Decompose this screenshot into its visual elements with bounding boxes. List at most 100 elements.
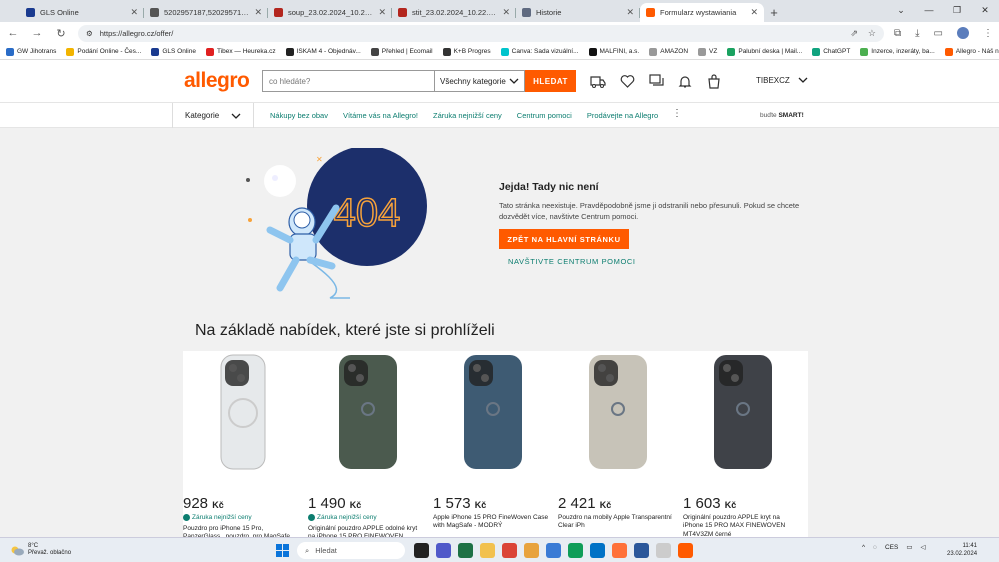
sidebar-icon[interactable]: ▭ xyxy=(934,28,943,39)
heart-icon[interactable] xyxy=(619,73,635,89)
new-tab-button[interactable]: + xyxy=(764,3,784,22)
close-tab-icon[interactable]: ✕ xyxy=(254,7,262,18)
close-tab-icon[interactable]: ✕ xyxy=(502,7,510,18)
app-icon[interactable] xyxy=(678,543,693,558)
product-title[interactable]: Apple iPhone 15 PRO FineWoven Case with … xyxy=(433,514,551,531)
network-icon[interactable]: ▭ xyxy=(906,543,912,551)
close-tab-icon[interactable]: ✕ xyxy=(378,7,386,18)
tab-search-icon[interactable]: ⌄ xyxy=(887,0,915,20)
product-image[interactable] xyxy=(184,351,309,476)
bookmark-item[interactable]: Allegro - Náš největ... xyxy=(944,47,999,56)
teams-icon[interactable] xyxy=(436,543,451,558)
close-window-button[interactable]: ✕ xyxy=(971,0,999,20)
task-view-icon[interactable] xyxy=(414,543,429,558)
bookmark-star-icon[interactable]: ☆ xyxy=(868,28,876,39)
chevron-up-icon[interactable]: ^ xyxy=(862,544,865,551)
product-image[interactable] xyxy=(559,351,684,476)
close-tab-icon[interactable]: ✕ xyxy=(130,7,138,18)
bookmark-item[interactable]: Tibex — Heureka.cz xyxy=(205,47,276,56)
bookmark-item[interactable]: Palubní deska | Mail... xyxy=(727,47,802,56)
category-link[interactable]: Vítáme vás na Allegro! xyxy=(343,111,418,120)
browser-tab[interactable]: stit_23.02.2024_10.22.17.pdf ✕ xyxy=(392,3,516,22)
bookmark-item[interactable]: ChatGPT xyxy=(812,47,850,56)
allegro-logo[interactable]: allegro xyxy=(184,69,250,93)
extensions-icon[interactable]: ⧉ xyxy=(894,28,901,39)
bell-icon[interactable] xyxy=(677,73,693,89)
category-link[interactable]: Nákupy bez obav xyxy=(270,111,328,120)
browser-tab[interactable]: Historie ✕ xyxy=(516,3,640,22)
mail-icon[interactable] xyxy=(590,543,605,558)
smart-banner[interactable]: buďte SMART! xyxy=(760,112,804,119)
product-title[interactable]: Originální pouzdro APPLE kryt na iPhone … xyxy=(683,514,801,537)
bookmark-item[interactable]: Podání Online - Čes... xyxy=(66,47,141,56)
category-select[interactable]: Všechny kategorie xyxy=(434,70,525,92)
more-links-icon[interactable]: ⋮ xyxy=(672,108,682,119)
word-icon[interactable] xyxy=(634,543,649,558)
close-tab-icon[interactable]: ✕ xyxy=(750,7,758,18)
app-icon[interactable] xyxy=(546,543,561,558)
bookmark-item[interactable]: Canva: Sada vizuální... xyxy=(500,47,579,56)
menu-icon[interactable]: ⋮ xyxy=(983,28,993,39)
browser-tab[interactable]: Formularz wystawiania ✕ xyxy=(640,3,764,22)
restore-button[interactable]: ❐ xyxy=(943,0,971,20)
bookmark-item[interactable]: AMAZON xyxy=(649,47,688,56)
product-image[interactable] xyxy=(309,351,434,476)
volume-icon[interactable]: ◁ xyxy=(920,543,925,551)
address-bar[interactable]: ⚙ https://allegro.cz/offer/ ⇗ ☆ xyxy=(78,24,884,42)
help-center-link[interactable]: NAVŠTIVTE CENTRUM POMOCI xyxy=(508,257,636,266)
browser-tab[interactable]: GLS Online ✕ xyxy=(20,3,144,22)
weather-widget[interactable]: 8°C Převaž. oblačno xyxy=(10,543,71,557)
category-link[interactable]: Záruka nejnižší ceny xyxy=(433,111,502,120)
app-icon[interactable] xyxy=(656,543,671,558)
bookmark-item[interactable]: Přehled | Ecomail xyxy=(370,47,433,56)
reload-icon[interactable]: ↻ xyxy=(54,27,68,40)
search-input[interactable]: co hledáte? xyxy=(262,70,434,92)
product-title[interactable]: Pouzdro pro iPhone 15 Pro, PanzerGlass ,… xyxy=(183,525,301,537)
taskbar-search[interactable]: ⌕ Hledat xyxy=(297,542,405,559)
back-home-button[interactable]: ZPĚT NA HLAVNÍ STRÁNKU xyxy=(499,229,629,249)
cart-icon[interactable] xyxy=(706,73,722,89)
bookmark-item[interactable]: Inzerce, inzeráty, ba... xyxy=(860,47,935,56)
profile-avatar[interactable] xyxy=(957,27,969,39)
download-icon[interactable]: ⤓ xyxy=(915,28,919,39)
bookmark-item[interactable]: GW Jihotrans xyxy=(6,47,56,56)
search-button[interactable]: HLEDAT xyxy=(525,70,576,92)
browser-tab[interactable]: 5202957187,5202957188,5202 ✕ xyxy=(144,3,268,22)
product-card[interactable]: 1 603 Kč Originální pouzdro APPLE kryt n… xyxy=(683,351,808,537)
back-icon[interactable]: ← xyxy=(6,27,20,39)
windows-start-icon[interactable] xyxy=(276,544,289,557)
user-menu[interactable]: TIBEXCZ xyxy=(756,76,808,85)
bookmark-item[interactable]: MALFINI, a.s. xyxy=(588,47,639,56)
category-link[interactable]: Prodávejte na Allegro xyxy=(587,111,658,120)
app-icon[interactable] xyxy=(524,543,539,558)
bookmark-item[interactable]: VZ xyxy=(698,47,717,56)
delivery-truck-icon[interactable] xyxy=(590,73,606,89)
clock[interactable]: 11:41 23.02.2024 xyxy=(947,542,977,559)
firefox-icon[interactable] xyxy=(612,543,627,558)
close-tab-icon[interactable]: ✕ xyxy=(626,7,634,18)
category-link[interactable]: Centrum pomoci xyxy=(517,111,572,120)
excel-icon[interactable] xyxy=(458,543,473,558)
open-in-app-icon[interactable]: ⇗ xyxy=(850,28,858,39)
categories-dropdown[interactable]: Kategorie xyxy=(172,103,254,128)
bookmark-item[interactable]: K+B Progres xyxy=(442,47,491,56)
file-explorer-icon[interactable] xyxy=(480,543,495,558)
product-image[interactable] xyxy=(434,351,559,476)
minimize-button[interactable]: — xyxy=(915,0,943,20)
product-card[interactable]: 928 Kč Záruka nejnižší ceny Pouzdro pro … xyxy=(183,351,308,537)
tray-app-icon[interactable]: ◌ xyxy=(873,544,877,551)
product-image[interactable] xyxy=(684,351,808,476)
chrome-icon[interactable] xyxy=(502,543,517,558)
product-title[interactable]: Pouzdro na mobily Apple Transparentní Cl… xyxy=(558,514,676,531)
product-card[interactable]: 2 421 Kč Pouzdro na mobily Apple Transpa… xyxy=(558,351,683,537)
bookmark-item[interactable]: ISKAM 4 - Objednáv... xyxy=(285,47,361,56)
input-language[interactable]: CES xyxy=(885,544,898,551)
forward-icon[interactable]: → xyxy=(30,27,44,39)
product-card[interactable]: 1 573 Kč Apple iPhone 15 PRO FineWoven C… xyxy=(433,351,558,537)
product-title[interactable]: Originální pouzdro APPLE odolné kryt na … xyxy=(308,525,426,537)
bookmark-item[interactable]: GLS Online xyxy=(151,47,196,56)
site-info-icon[interactable]: ⚙ xyxy=(86,29,93,38)
product-card[interactable]: 1 490 Kč Záruka nejnižší ceny Originální… xyxy=(308,351,433,537)
messages-icon[interactable] xyxy=(648,73,664,89)
browser-tab[interactable]: soup_23.02.2024_10.22.40.pdf ✕ xyxy=(268,3,392,22)
